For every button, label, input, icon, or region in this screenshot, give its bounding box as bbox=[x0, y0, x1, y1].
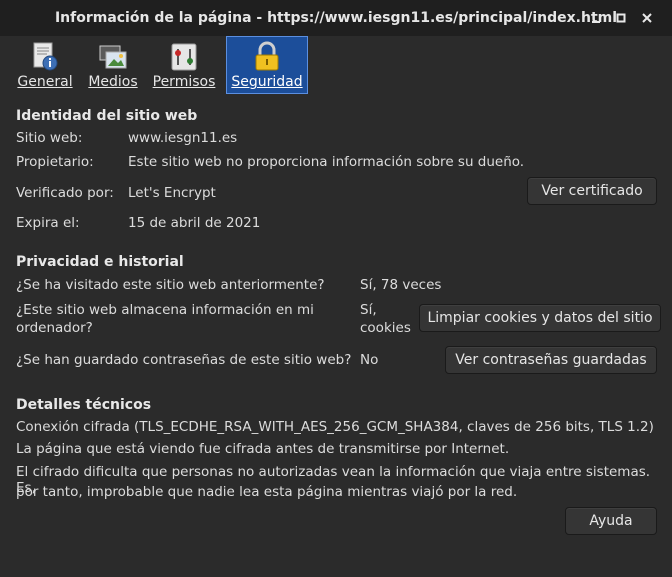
view-saved-passwords-button[interactable]: Ver contraseñas guardadas bbox=[445, 346, 657, 374]
stores-answer-line1: Sí, bbox=[360, 302, 377, 318]
verified-by-label: Verificado por: bbox=[16, 185, 114, 201]
tab-label: Medios bbox=[88, 74, 138, 90]
minimize-icon[interactable] bbox=[589, 11, 603, 25]
padlock-icon bbox=[251, 41, 283, 73]
tab-label: General bbox=[17, 74, 73, 90]
stores-question-line1: ¿Este sitio web almacena información en … bbox=[16, 302, 314, 318]
tab-label: Seguridad bbox=[231, 74, 303, 90]
technical-heading: Detalles técnicos bbox=[16, 397, 152, 413]
technical-line-1: Conexión cifrada (TLS_ECDHE_RSA_WITH_AES… bbox=[16, 419, 654, 435]
tab-general[interactable]: General bbox=[12, 38, 78, 92]
stores-answer-line2: cookies bbox=[360, 320, 411, 336]
media-icon bbox=[97, 41, 129, 73]
tab-label: Permisos bbox=[152, 74, 216, 90]
privacy-heading: Privacidad e historial bbox=[16, 254, 184, 270]
expires-value: 15 de abril de 2021 bbox=[128, 215, 261, 231]
document-info-icon bbox=[29, 41, 61, 73]
owner-label: Propietario: bbox=[16, 154, 94, 170]
tab-permissions[interactable]: Permisos bbox=[148, 38, 220, 92]
passwords-question: ¿Se han guardado contraseñas de este sit… bbox=[16, 352, 352, 368]
clear-cookies-button[interactable]: Limpiar cookies y datos del sitio bbox=[419, 304, 661, 332]
stores-question-line2: ordenador? bbox=[16, 320, 93, 336]
website-label: Sitio web: bbox=[16, 130, 83, 146]
close-icon[interactable] bbox=[640, 11, 654, 25]
passwords-answer: No bbox=[360, 352, 379, 368]
verified-by-value: Let's Encrypt bbox=[128, 185, 216, 201]
tab-toolbar: General Medios Permisos Seguridad bbox=[0, 36, 672, 96]
tab-security[interactable]: Seguridad bbox=[226, 36, 308, 94]
technical-line-4: por tanto, improbable que nadie lea esta… bbox=[16, 484, 518, 500]
window-titlebar[interactable]: Información de la página - https://www.i… bbox=[0, 0, 672, 36]
tab-media[interactable]: Medios bbox=[84, 38, 142, 92]
help-button[interactable]: Ayuda bbox=[565, 507, 657, 535]
identity-heading: Identidad del sitio web bbox=[16, 108, 198, 124]
permissions-icon bbox=[168, 41, 200, 73]
owner-value: Este sitio web no proporciona informació… bbox=[128, 154, 525, 170]
expires-label: Expira el: bbox=[16, 215, 80, 231]
maximize-icon[interactable] bbox=[614, 11, 628, 25]
view-certificate-button[interactable]: Ver certificado bbox=[527, 177, 657, 205]
visited-question: ¿Se ha visitado este sitio web anteriorm… bbox=[16, 277, 325, 293]
window-title: Información de la página - https://www.i… bbox=[54, 10, 618, 26]
visited-answer: Sí, 78 veces bbox=[360, 277, 442, 293]
website-value: www.iesgn11.es bbox=[128, 130, 238, 146]
technical-line-2: La página que está viendo fue cifrada an… bbox=[16, 441, 510, 457]
